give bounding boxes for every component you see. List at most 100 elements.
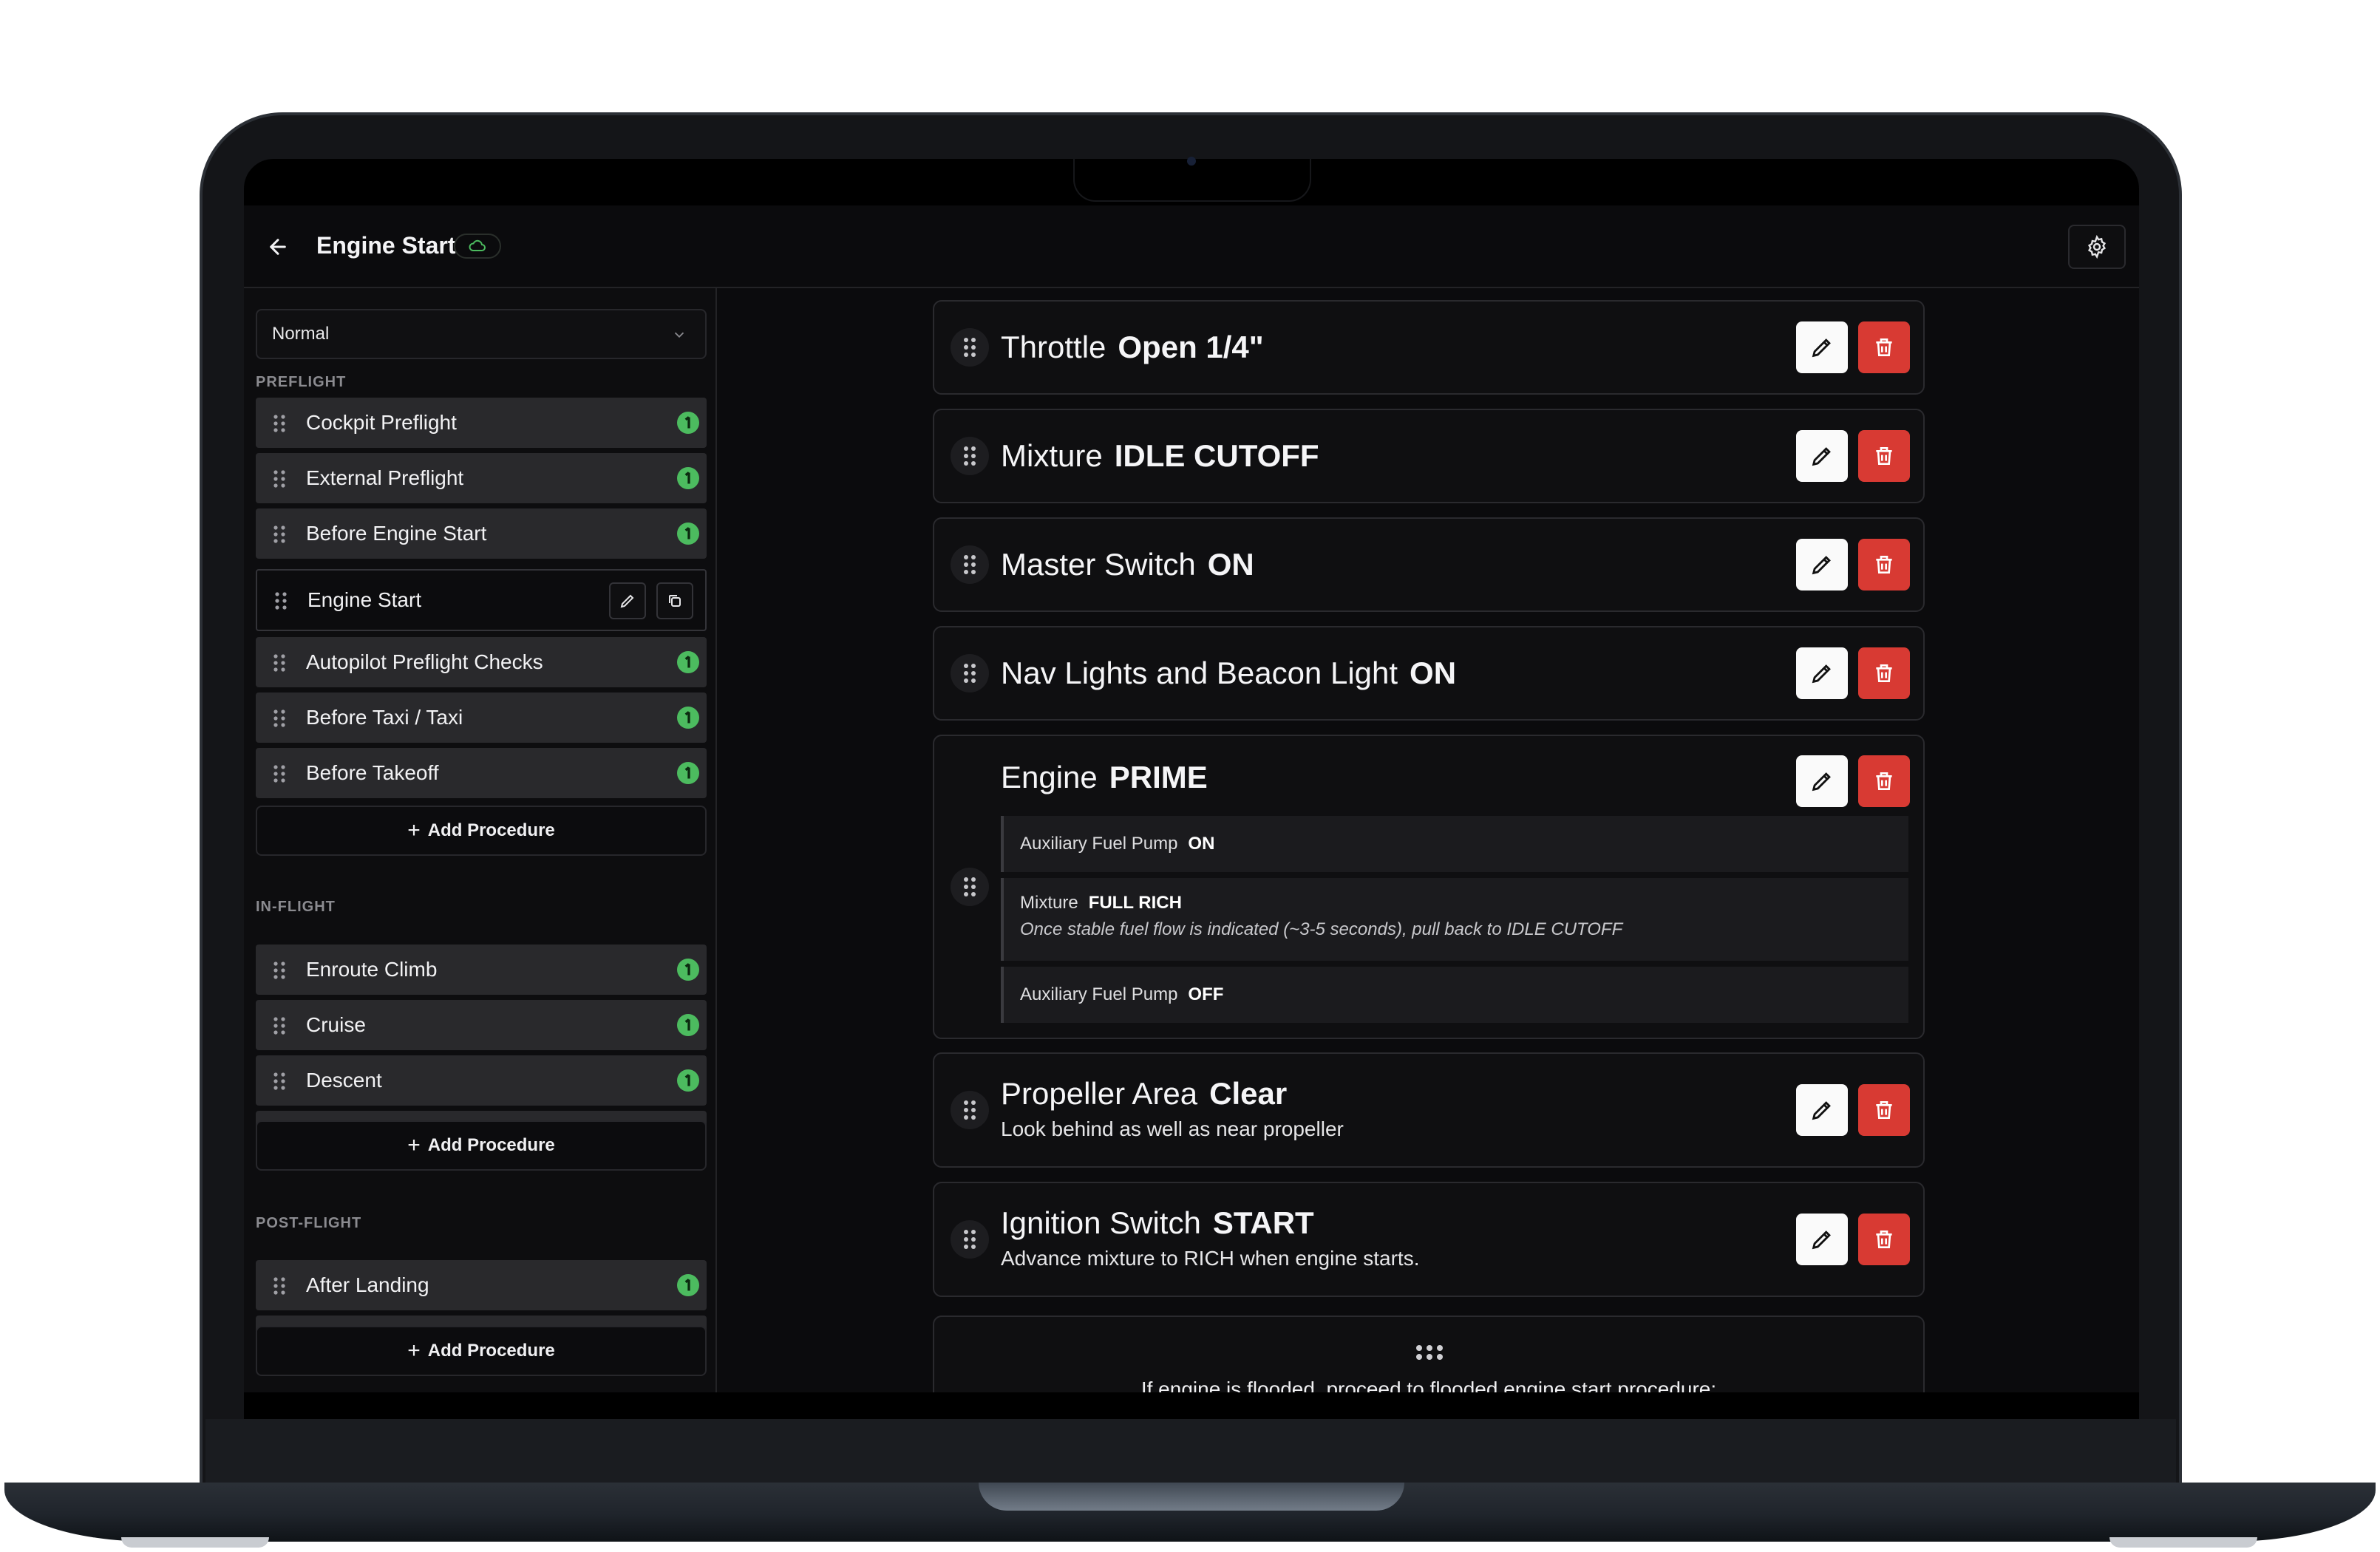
- substep: Auxiliary Fuel Pump OFF: [1001, 967, 1908, 1023]
- drag-handle-icon[interactable]: [272, 1016, 287, 1039]
- mode-select-value: Normal: [272, 324, 330, 344]
- drag-handle-icon[interactable]: [951, 545, 989, 584]
- trash-icon: [1876, 1101, 1892, 1119]
- sidebar-item[interactable]: Before Engine Start: [256, 508, 707, 559]
- status-badge-icon: [677, 762, 699, 784]
- step-card: Nav Lights and Beacon Light ON: [933, 626, 1925, 721]
- sidebar-item[interactable]: After Landing: [256, 1260, 707, 1310]
- edit-procedure-button[interactable]: [609, 582, 646, 619]
- edit-step-button[interactable]: [1796, 321, 1848, 373]
- step-item: Propeller Area: [1001, 1076, 1198, 1111]
- drag-handle-icon[interactable]: [951, 328, 989, 367]
- grip-horizontal-icon: [1416, 1345, 1443, 1360]
- status-badge-icon: [677, 959, 699, 981]
- laptop-chin: [205, 1419, 2176, 1483]
- step-card: Master Switch ON: [933, 517, 1925, 612]
- laptop-lip: [979, 1483, 1404, 1511]
- step-card: Mixture IDLE CUTOFF: [933, 409, 1925, 503]
- drag-handle-icon[interactable]: [272, 961, 287, 984]
- pencil-icon: [1812, 338, 1831, 358]
- sidebar-item[interactable]: Autopilot Preflight Checks: [256, 637, 707, 687]
- add-procedure-button[interactable]: + Add Procedure: [256, 1326, 707, 1376]
- delete-step-button[interactable]: [1858, 755, 1910, 807]
- step-card: Engine PRIME Auxiliary Fuel Pump ON Mixture F…: [933, 735, 1925, 1039]
- page-title: Engine Start: [316, 232, 456, 259]
- sidebar-item[interactable]: Before Takeoff: [256, 748, 707, 798]
- top-bar: Engine Start: [244, 205, 2139, 288]
- step-text: Propeller Area Clear: [1001, 1076, 1287, 1112]
- sync-status-badge: [454, 234, 501, 259]
- delete-step-button[interactable]: [1858, 1214, 1910, 1265]
- sidebar-item[interactable]: Before Taxi / Taxi: [256, 692, 707, 743]
- sidebar-item-label: Descent: [306, 1069, 382, 1092]
- step-action: IDLE CUTOFF: [1114, 438, 1319, 473]
- step-card: Ignition Switch START Advance mixture to R…: [933, 1182, 1925, 1297]
- sidebar-item[interactable]: Descent: [256, 1055, 707, 1106]
- sidebar-item-label: Before Engine Start: [306, 522, 487, 545]
- drag-handle-icon[interactable]: [272, 414, 287, 437]
- step-note: Look behind as well as near propeller: [1001, 1117, 1344, 1140]
- drag-handle-icon[interactable]: [951, 654, 989, 692]
- drag-handle-icon[interactable]: [273, 591, 288, 614]
- drag-handle-icon[interactable]: [951, 868, 989, 906]
- step-item: Master Switch: [1001, 547, 1196, 582]
- delete-step-button[interactable]: [1858, 539, 1910, 590]
- add-procedure-button[interactable]: + Add Procedure: [256, 1120, 707, 1171]
- edit-step-button[interactable]: [1796, 755, 1848, 807]
- back-button[interactable]: [262, 231, 294, 263]
- trash-icon: [1876, 338, 1892, 356]
- sidebar-item[interactable]: Enroute Climb: [256, 945, 707, 995]
- drag-handle-icon[interactable]: [272, 653, 287, 676]
- step-action: ON: [1410, 656, 1457, 690]
- sidebar-item-label: Enroute Climb: [306, 958, 438, 981]
- drag-handle-icon[interactable]: [951, 437, 989, 475]
- sidebar-item[interactable]: Cockpit Preflight: [256, 398, 707, 448]
- step-action: PRIME: [1109, 760, 1208, 794]
- camera-icon: [1187, 157, 1196, 166]
- edit-step-button[interactable]: [1796, 647, 1848, 699]
- step-note: Advance mixture to RICH when engine star…: [1001, 1247, 1420, 1270]
- status-badge-icon: [677, 523, 699, 545]
- drag-handle-icon[interactable]: [272, 764, 287, 787]
- add-procedure-button[interactable]: + Add Procedure: [256, 806, 707, 856]
- drag-handle-icon[interactable]: [272, 1276, 287, 1299]
- edit-step-button[interactable]: [1796, 1214, 1848, 1265]
- drag-handle-icon[interactable]: [272, 469, 287, 492]
- section-post-flight: POST-FLIGHT: [256, 1215, 362, 1231]
- sidebar-item[interactable]: External Preflight: [256, 453, 707, 503]
- delete-step-button[interactable]: [1858, 321, 1910, 373]
- step-text: Nav Lights and Beacon Light ON: [1001, 656, 1456, 691]
- flooded-engine-note: If engine is flooded, proceed to flooded…: [1140, 1378, 1717, 1392]
- drag-handle-icon[interactable]: [272, 525, 287, 548]
- substep-action: FULL RICH: [1088, 893, 1182, 913]
- duplicate-procedure-button[interactable]: [656, 582, 693, 619]
- drag-handle-icon[interactable]: [272, 709, 287, 732]
- delete-step-button[interactable]: [1858, 430, 1910, 482]
- sidebar-item-label: Engine Start: [307, 588, 422, 611]
- edit-step-button[interactable]: [1796, 1084, 1848, 1136]
- mode-select[interactable]: Normal: [256, 309, 707, 359]
- drag-handle-icon[interactable]: [951, 1220, 989, 1259]
- edit-step-button[interactable]: [1796, 430, 1848, 482]
- chevron-down-icon: [674, 332, 684, 338]
- trash-icon: [1876, 447, 1892, 465]
- substep-item: Mixture: [1020, 893, 1078, 913]
- step-text: Mixture IDLE CUTOFF: [1001, 438, 1319, 474]
- sidebar-item[interactable]: Engine Start: [256, 569, 707, 631]
- drag-handle-icon[interactable]: [951, 1091, 989, 1129]
- step-text: Throttle Open 1/4": [1001, 330, 1264, 365]
- sidebar-item[interactable]: Cruise: [256, 1000, 707, 1050]
- edit-step-button[interactable]: [1796, 539, 1848, 590]
- settings-button[interactable]: [2068, 225, 2126, 269]
- delete-step-button[interactable]: [1858, 647, 1910, 699]
- step-action: Open 1/4": [1118, 330, 1264, 364]
- step-card: Propeller Area Clear Look behind as well a…: [933, 1052, 1925, 1168]
- step-item: Throttle: [1001, 330, 1106, 364]
- sidebar-item-label: After Landing: [306, 1273, 429, 1296]
- delete-step-button[interactable]: [1858, 1084, 1910, 1136]
- drag-handle-icon[interactable]: [272, 1072, 287, 1095]
- procedure-sidebar: Normal PREFLIGHT Cockpit Preflight Extern…: [244, 288, 717, 1392]
- gear-icon: [2087, 235, 2107, 259]
- trash-icon: [1876, 664, 1892, 682]
- section-in-flight: IN-FLIGHT: [256, 899, 336, 915]
